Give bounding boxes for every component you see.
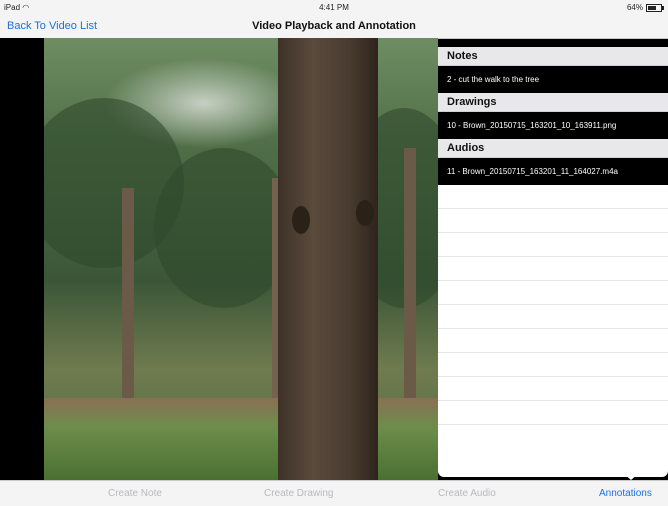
status-battery: 64% [627,3,664,12]
section-header-drawings: Drawings [438,93,668,112]
video-tree [122,188,134,398]
create-audio-button[interactable]: Create Audio [438,488,496,499]
empty-row [438,305,668,329]
video-tree [404,148,416,408]
empty-row [438,329,668,353]
empty-row [438,209,668,233]
empty-row [438,185,668,209]
video-tree-knot [356,200,374,226]
video-ground [44,398,438,480]
section-header-audios: Audios [438,139,668,158]
list-item[interactable]: 11 - Brown_20150715_163201_11_164027.m4a [438,158,668,185]
page-title: Video Playback and Annotation [252,20,416,32]
empty-row [438,281,668,305]
bottom-toolbar: Create Note Create Drawing Create Audio … [0,480,668,506]
popover-arrow [623,473,639,480]
video-tree-knot [292,206,310,234]
status-bar: iPad ◠ 4:41 PM 64% [0,0,668,16]
empty-row [438,377,668,401]
create-note-button[interactable]: Create Note [108,488,162,499]
annotations-button[interactable]: Annotations [599,488,652,499]
video-player[interactable] [44,38,438,480]
create-drawing-button[interactable]: Create Drawing [264,488,333,499]
video-main-tree [278,38,378,480]
annotations-panel: Notes 2 - cut the walk to the tree Drawi… [438,47,668,477]
empty-row [438,401,668,425]
empty-row [438,353,668,377]
status-time: 4:41 PM [319,3,349,12]
empty-row [438,233,668,257]
empty-row [438,257,668,281]
video-letterbox [0,38,44,480]
list-item[interactable]: 10 - Brown_20150715_163201_10_163911.png [438,112,668,139]
battery-icon [646,3,664,12]
list-item[interactable]: 2 - cut the walk to the tree [438,66,668,93]
section-header-notes: Notes [438,47,668,66]
navigation-bar: Back To Video List Video Playback and An… [0,16,668,39]
